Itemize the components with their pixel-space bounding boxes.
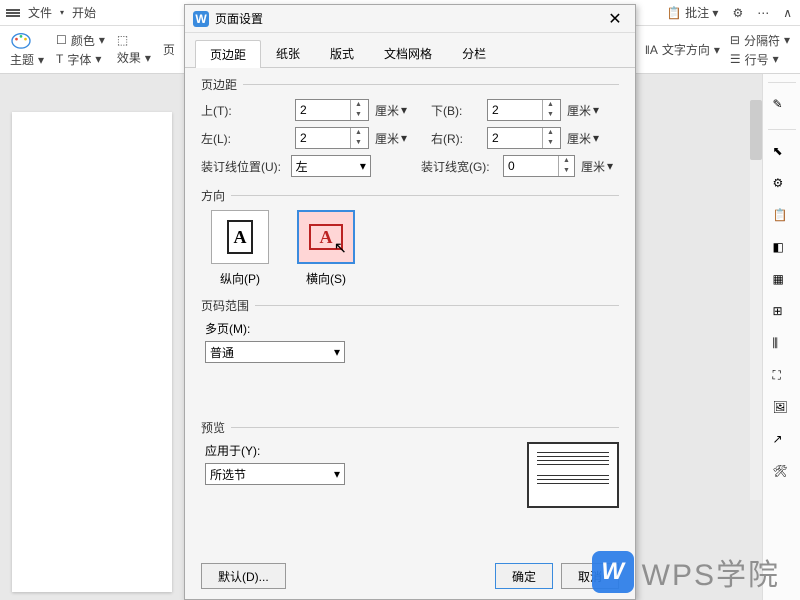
settings-icon[interactable]: ⚙ <box>732 6 743 20</box>
color-dropdown[interactable]: ☐ 颜色 ▾ <box>56 32 105 49</box>
rail-tools-icon[interactable]: 🛠 <box>773 464 791 482</box>
preview-thumbnail <box>527 442 619 508</box>
menu-more-icon[interactable]: ⋯ <box>757 6 769 20</box>
page-range-section-label: 页码范围 <box>201 297 249 314</box>
top-unit-select[interactable]: 厘米▾ <box>375 102 415 119</box>
margins-section: 页边距 上(T): ▲▼ 厘米▾ 下(B): ▲▼ 厘米▾ 左(L): ▲▼ 厘… <box>201 76 619 177</box>
preview-section-label: 预览 <box>201 419 225 436</box>
dialog-title: 页面设置 <box>215 10 603 27</box>
gutter-width-label: 装订线宽(G): <box>421 158 497 175</box>
preview-section: 预览 应用于(Y): 所选节▾ <box>201 419 619 508</box>
orientation-portrait[interactable]: A <box>211 210 269 264</box>
palette-icon <box>10 31 32 49</box>
left-margin-label: 左(L): <box>201 130 289 147</box>
bottom-margin-label: 下(B): <box>431 102 481 119</box>
right-margin-label: 右(R): <box>431 130 481 147</box>
rail-table-icon[interactable]: ▦ <box>773 272 791 290</box>
rail-image-icon[interactable]: 🖼 <box>773 400 791 418</box>
top-margin-input[interactable]: ▲▼ <box>295 99 369 121</box>
dialog-titlebar: W 页面设置 ✕ <box>185 5 635 33</box>
rail-chart-icon[interactable]: ⫼ <box>773 336 791 354</box>
bottom-unit-select[interactable]: 厘米▾ <box>567 102 607 119</box>
tab-paper[interactable]: 纸张 <box>261 39 315 67</box>
rail-clipboard-icon[interactable]: 📋 <box>773 208 791 226</box>
wps-logo-icon: W <box>592 551 634 593</box>
document-page[interactable] <box>12 112 172 592</box>
rail-settings-icon[interactable]: ⚙ <box>773 176 791 194</box>
line-number-dropdown[interactable]: ☰ 行号 ▾ <box>730 51 790 68</box>
page-button[interactable]: 页 <box>163 41 175 58</box>
effects-dropdown[interactable]: ⬚ <box>117 33 151 47</box>
gutter-pos-label: 装订线位置(U): <box>201 158 285 175</box>
collapse-ribbon-icon[interactable]: ∧ <box>783 6 792 20</box>
tab-columns[interactable]: 分栏 <box>447 39 501 67</box>
font-dropdown[interactable]: T 字体 ▾ <box>56 51 105 68</box>
left-margin-input[interactable]: ▲▼ <box>295 127 369 149</box>
close-icon[interactable]: ✕ <box>603 9 627 29</box>
default-button[interactable]: 默认(D)... <box>201 563 286 589</box>
right-unit-select[interactable]: 厘米▾ <box>567 130 607 147</box>
tab-grid[interactable]: 文档网格 <box>369 39 447 67</box>
bottom-margin-input[interactable]: ▲▼ <box>487 99 561 121</box>
ribbon-tab-start[interactable]: 开始 <box>72 4 96 21</box>
orientation-portrait-label: 纵向(P) <box>220 270 260 287</box>
right-sidebar: ✎ ⬉ ⚙ 📋 ◧ ▦ ⊞ ⫼ ⛶ 🖼 ↗ 🛠 <box>762 74 800 600</box>
hamburger-icon[interactable] <box>6 8 20 18</box>
comments-button[interactable]: 📋 批注 ▾ <box>667 4 719 21</box>
gutter-width-input[interactable]: ▲▼ <box>503 155 575 177</box>
file-menu[interactable]: 文件 <box>28 4 52 21</box>
orientation-section-label: 方向 <box>201 187 225 204</box>
tab-margin[interactable]: 页边距 <box>195 40 261 68</box>
orientation-section: 方向 A 纵向(P) A ↖ 横向(S) <box>201 187 619 287</box>
margins-section-label: 页边距 <box>201 76 237 93</box>
rail-shapes-icon[interactable]: ◧ <box>773 240 791 258</box>
rail-screenshot-icon[interactable]: ⛶ <box>773 368 791 386</box>
page-setup-dialog: W 页面设置 ✕ 页边距 纸张 版式 文档网格 分栏 页边距 上(T): ▲▼ … <box>184 4 636 600</box>
rail-select-icon[interactable]: ⬉ <box>773 144 791 162</box>
orientation-landscape[interactable]: A ↖ <box>297 210 355 264</box>
spinner-up-icon: ▲ <box>351 100 366 110</box>
orientation-landscape-label: 横向(S) <box>306 270 346 287</box>
effects-label[interactable]: 效果 ▾ <box>117 49 151 66</box>
cursor-icon: ↖ <box>334 238 347 258</box>
text-direction-button[interactable]: ‖A 文字方向 ▾ <box>645 41 720 58</box>
apply-to-select[interactable]: 所选节▾ <box>205 463 345 485</box>
ok-button[interactable]: 确定 <box>495 563 553 589</box>
rail-grid-icon[interactable]: ⊞ <box>773 304 791 322</box>
spinner-down-icon: ▼ <box>351 110 366 120</box>
gutter-pos-select[interactable]: 左▾ <box>291 155 371 177</box>
app-icon: W <box>193 11 209 27</box>
top-right-controls: 📋 批注 ▾ ⚙ ⋯ ∧ <box>667 4 792 21</box>
top-margin-label: 上(T): <box>201 102 289 119</box>
page-range-section: 页码范围 多页(M): 普通▾ <box>201 297 619 363</box>
theme-dropdown[interactable]: 主题 ▾ <box>10 51 44 68</box>
multi-page-label: 多页(M): <box>205 320 619 337</box>
left-unit-select[interactable]: 厘米▾ <box>375 130 415 147</box>
watermark-text: WPS学院 <box>642 550 780 594</box>
watermark: W WPS学院 <box>592 550 780 594</box>
vertical-scrollbar[interactable] <box>750 100 762 500</box>
apply-to-label: 应用于(Y): <box>205 442 345 459</box>
chevron-down-icon[interactable]: ▾ <box>60 8 64 17</box>
separator-dropdown[interactable]: ⊟ 分隔符 ▾ <box>730 32 790 49</box>
right-margin-input[interactable]: ▲▼ <box>487 127 561 149</box>
dialog-footer: 默认(D)... 确定 取消 <box>201 563 619 589</box>
gutter-unit-select[interactable]: 厘米▾ <box>581 158 619 175</box>
rail-edit-icon[interactable]: ✎ <box>773 97 791 115</box>
tab-layout[interactable]: 版式 <box>315 39 369 67</box>
multi-page-select[interactable]: 普通▾ <box>205 341 345 363</box>
dialog-tabs: 页边距 纸张 版式 文档网格 分栏 <box>185 33 635 68</box>
rail-share-icon[interactable]: ↗ <box>773 432 791 450</box>
